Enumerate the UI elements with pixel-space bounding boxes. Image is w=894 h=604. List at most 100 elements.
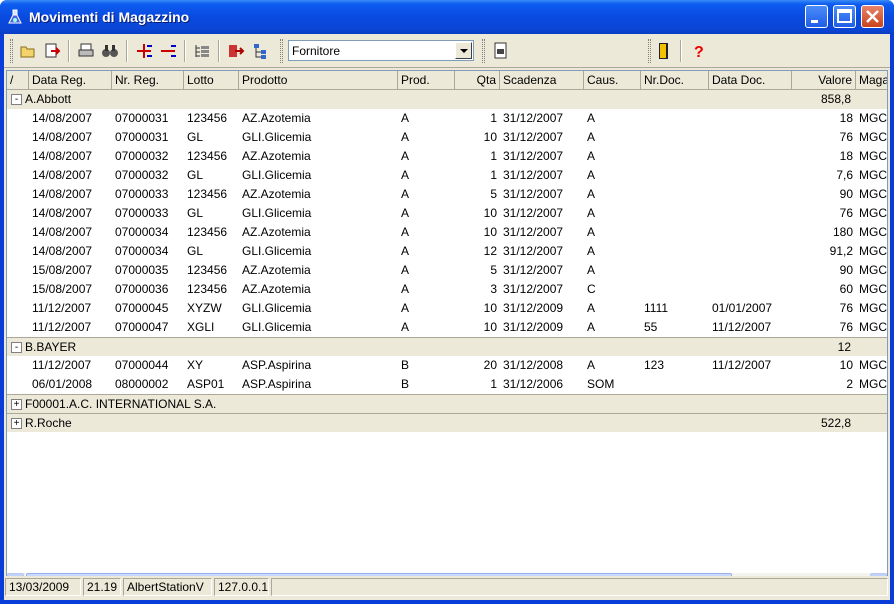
cell-nr-reg: 07000031 — [115, 111, 169, 125]
header-col-valore[interactable]: Valore — [792, 71, 856, 90]
group-row[interactable]: + F00001.A.C. INTERNATIONAL S.A. — [7, 394, 887, 413]
cell-data-doc: 11/12/2007 — [712, 320, 772, 334]
group-by-select[interactable]: Fornitore — [288, 40, 474, 61]
expand-all-icon[interactable] — [134, 41, 154, 61]
cell-caus: A — [587, 206, 596, 220]
table-row[interactable]: 15/08/2007 07000035 123456 AZ.Azotemia A 5 31/… — [7, 261, 887, 280]
table-row[interactable]: 14/08/2007 07000034 123456 AZ.Azotemia A 10 31… — [7, 223, 887, 242]
header-col-prod[interactable]: Prod. — [398, 71, 455, 90]
exit-arrow-icon[interactable] — [226, 41, 246, 61]
cell-nr-reg: 07000034 — [115, 225, 169, 239]
table-row[interactable]: 06/01/2008 08000002 ASP01 ASP.Aspirina B 1 31/… — [7, 375, 887, 394]
collapse-all-icon[interactable] — [158, 41, 178, 61]
table-row[interactable]: 11/12/2007 07000045 XYZW GLI.Glicemia A 10 31/… — [7, 299, 887, 318]
status-bar: 13/03/2009 21.19 AlbertStationV 127.0.0.… — [4, 576, 890, 598]
cell-data-reg: 14/08/2007 — [32, 168, 93, 182]
hierarchy-icon[interactable] — [250, 41, 270, 61]
table-row[interactable]: 14/08/2007 07000033 123456 AZ.Azotemia A 5 31/… — [7, 185, 887, 204]
cell-caus: A — [587, 187, 596, 201]
header-col-caus[interactable]: Caus. — [584, 71, 641, 90]
window-title: Movimenti di Magazzino — [29, 9, 190, 25]
pdf-export-icon[interactable] — [491, 41, 511, 61]
cell-nr-reg: 07000047 — [115, 320, 169, 334]
collapse-icon[interactable]: - — [11, 94, 22, 105]
movements-grid[interactable]: / Data Reg. Nr. Reg. Lotto Prodotto Prod. Qta S… — [6, 70, 888, 590]
header-col-prodotto[interactable]: Prodotto — [239, 71, 398, 90]
cell-caus: C — [587, 282, 596, 296]
cell-data-reg: 14/08/2007 — [32, 149, 93, 163]
group-row[interactable]: - A.Abbott 858,8 — [7, 90, 887, 109]
cell-maga: MGC — [859, 358, 887, 372]
group-name: R.Roche — [25, 416, 72, 430]
cell-lotto: GL — [187, 168, 204, 182]
cell-data-reg: 15/08/2007 — [32, 282, 93, 296]
header-col-scadenza[interactable]: Scadenza — [500, 71, 584, 90]
cell-prodotto: ASP.Aspirina — [242, 358, 312, 372]
status-station: AlbertStationV — [123, 578, 212, 596]
cell-scadenza: 31/12/2008 — [503, 358, 564, 372]
title-bar[interactable]: Movimenti di Magazzino — [0, 0, 894, 34]
toolbar-grip[interactable] — [280, 39, 283, 63]
toolbar-grip[interactable] — [648, 39, 651, 63]
table-row[interactable]: 14/08/2007 07000033 GL GLI.Glicemia A 10 31/12… — [7, 204, 887, 223]
expand-icon[interactable]: + — [11, 399, 22, 410]
chevron-down-icon[interactable] — [455, 42, 472, 59]
header-col-data-reg[interactable]: Data Reg. — [29, 71, 112, 90]
cell-qta: 3 — [490, 282, 497, 296]
cell-valore: 90 — [839, 187, 853, 201]
close-button[interactable] — [861, 5, 884, 28]
header-col-nr-reg[interactable]: Nr. Reg. — [112, 71, 184, 90]
maximize-button[interactable] — [833, 5, 856, 28]
header-sort-col[interactable]: / — [7, 71, 29, 90]
header-col-qta[interactable]: Qta — [455, 71, 500, 90]
export-icon[interactable] — [42, 41, 62, 61]
cell-lotto: 123456 — [187, 282, 228, 296]
table-row[interactable]: 14/08/2007 07000031 123456 AZ.Azotemia A 1 31/… — [7, 109, 887, 128]
toolbar-grip[interactable] — [482, 39, 485, 63]
cell-prod: A — [401, 244, 410, 258]
table-row[interactable]: 14/08/2007 07000032 GL GLI.Glicemia A 1 31/12/… — [7, 166, 887, 185]
header-col-nr-doc[interactable]: Nr.Doc. — [641, 71, 709, 90]
header-col-maga[interactable]: Maga — [856, 71, 887, 90]
cell-data-doc — [709, 109, 792, 128]
open-folder-icon[interactable] — [18, 41, 38, 61]
header-col-data-doc[interactable]: Data Doc. — [709, 71, 792, 90]
cell-prod: B — [401, 377, 410, 391]
collapse-icon[interactable]: - — [11, 342, 22, 353]
cell-maga: MGC — [859, 206, 887, 220]
cell-prod: A — [401, 320, 410, 334]
cell-lotto: ASP01 — [187, 377, 225, 391]
cell-qta: 1 — [490, 149, 497, 163]
group-row[interactable]: - B.BAYER 12 — [7, 337, 887, 356]
cell-caus: A — [587, 358, 596, 372]
cell-nr-doc — [641, 109, 709, 128]
cell-valore: 7,6 — [836, 168, 853, 182]
table-row[interactable]: 11/12/2007 07000047 XGLI GLI.Glicemia A 10 31/… — [7, 318, 887, 337]
help-icon[interactable]: ? — [688, 41, 708, 61]
status-empty — [271, 578, 888, 596]
table-row[interactable]: 14/08/2007 07000032 123456 AZ.Azotemia A 1 31/… — [7, 147, 887, 166]
binoculars-icon[interactable] — [100, 41, 120, 61]
cell-data-reg: 14/08/2007 — [32, 130, 93, 144]
cell-caus: A — [587, 149, 596, 163]
cell-prodotto: AZ.Azotemia — [242, 282, 311, 296]
header-col-lotto[interactable]: Lotto — [184, 71, 239, 90]
door-exit-icon[interactable] — [654, 41, 674, 61]
expand-icon[interactable]: + — [11, 418, 22, 429]
cell-caus: A — [587, 225, 596, 239]
table-row[interactable]: 14/08/2007 07000034 GL GLI.Glicemia A 12 31/12… — [7, 242, 887, 261]
tree-list-icon[interactable] — [192, 41, 212, 61]
toolbar: Fornitore ? — [4, 34, 890, 68]
table-row[interactable]: 11/12/2007 07000044 XY ASP.Aspirina B 20 31/12… — [7, 356, 887, 375]
svg-text:?: ? — [694, 44, 704, 61]
table-row[interactable]: 15/08/2007 07000036 123456 AZ.Azotemia A 3 31/… — [7, 280, 887, 299]
cell-valore: 90 — [839, 263, 853, 277]
cell-lotto: XY — [187, 358, 204, 372]
table-row[interactable]: 14/08/2007 07000031 GL GLI.Glicemia A 10 31/12… — [7, 128, 887, 147]
print-icon[interactable] — [76, 41, 96, 61]
cell-data-doc — [709, 280, 792, 299]
group-row[interactable]: + R.Roche 522,8 — [7, 413, 887, 432]
toolbar-grip[interactable] — [10, 39, 13, 63]
cell-lotto: 123456 — [187, 149, 228, 163]
minimize-button[interactable] — [805, 5, 828, 28]
